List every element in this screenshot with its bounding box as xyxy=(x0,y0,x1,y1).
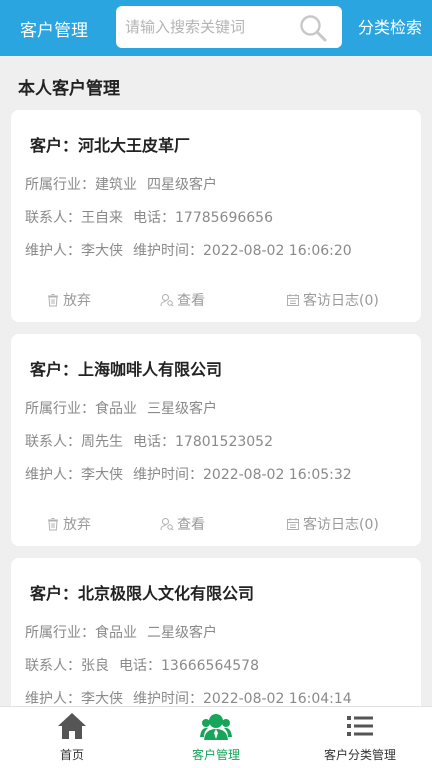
visit-log-button[interactable]: 客访日志(0) xyxy=(286,290,379,310)
industry: 所属行业：建筑业 xyxy=(25,177,137,193)
contact-row: 联系人：张良 电话：13666564578 xyxy=(25,655,269,675)
abandon-label: 放弃 xyxy=(63,293,91,309)
user-view-icon xyxy=(160,294,174,307)
category-search-button[interactable]: 分类检索 xyxy=(358,0,422,56)
tab-category-management[interactable]: 客户分类管理 xyxy=(288,707,432,768)
home-icon xyxy=(58,713,86,739)
customer-name: 客户：上海咖啡人有限公司 xyxy=(30,360,223,379)
contact-row: 联系人：周先生 电话：17801523052 xyxy=(25,431,283,451)
abandon-label: 放弃 xyxy=(63,517,91,533)
industry-row: 所属行业：食品业 二星级客户 xyxy=(25,622,227,642)
maintain-time: 维护时间：2022-08-02 16:05:32 xyxy=(133,467,352,483)
customer-name: 客户：河北大王皮革厂 xyxy=(30,136,191,155)
card-actions: 放弃 查看 客访日志(0) xyxy=(11,290,421,310)
industry: 所属行业：食品业 xyxy=(25,401,137,417)
view-button[interactable]: 查看 xyxy=(160,514,205,534)
card-actions: 放弃 查看 客访日志(0) xyxy=(11,514,421,534)
search-icon[interactable] xyxy=(298,13,328,43)
maintain-time: 维护时间：2022-08-02 16:06:20 xyxy=(133,243,352,259)
top-header: 客户管理 分类检索 xyxy=(0,0,432,56)
header-title: 客户管理 xyxy=(20,20,88,41)
tab-home-label: 首页 xyxy=(59,748,84,762)
customer-level: 二星级客户 xyxy=(147,625,217,641)
calendar-icon xyxy=(287,518,299,530)
maintain-time: 维护时间：2022-08-02 16:04:14 xyxy=(133,691,352,707)
customer-group-icon xyxy=(200,714,232,740)
trash-icon xyxy=(48,518,58,531)
maintainer: 维护人：李大侠 xyxy=(25,243,123,259)
search-input[interactable] xyxy=(116,18,296,36)
customer-card[interactable]: 客户：河北大王皮革厂 所属行业：建筑业 四星级客户 联系人：王自来 电话：17785… xyxy=(11,110,421,322)
customer-card[interactable]: 客户：上海咖啡人有限公司 所属行业：食品业 三星级客户 联系人：周先生 电话：178… xyxy=(11,334,421,546)
bottom-tab-bar: 首页 客户管理 客户分类管理 xyxy=(0,706,432,768)
customer-list: 客户：河北大王皮革厂 所属行业：建筑业 四星级客户 联系人：王自来 电话：17785… xyxy=(11,110,421,768)
calendar-icon xyxy=(287,294,299,306)
list-icon xyxy=(347,716,373,736)
view-button[interactable]: 查看 xyxy=(160,290,205,310)
tab-category-management-label: 客户分类管理 xyxy=(323,748,396,762)
phone: 电话：13666564578 xyxy=(119,658,259,674)
tab-customer-management-label: 客户管理 xyxy=(191,748,240,762)
maintainer-row: 维护人：李大侠 维护时间：2022-08-02 16:05:32 xyxy=(25,464,362,484)
trash-icon xyxy=(48,294,58,307)
visit-log-label: 客访日志(0) xyxy=(303,293,379,309)
maintainer: 维护人：李大侠 xyxy=(25,691,123,707)
view-label: 查看 xyxy=(177,517,205,533)
phone: 电话：17801523052 xyxy=(133,434,273,450)
maintainer-row: 维护人：李大侠 维护时间：2022-08-02 16:06:20 xyxy=(25,240,362,260)
section-title: 本人客户管理 xyxy=(18,79,120,99)
search-box[interactable] xyxy=(116,6,342,48)
visit-log-button[interactable]: 客访日志(0) xyxy=(286,514,379,534)
user-view-icon xyxy=(160,518,174,531)
contact: 联系人：王自来 xyxy=(25,210,123,226)
visit-log-label: 客访日志(0) xyxy=(303,517,379,533)
view-label: 查看 xyxy=(177,293,205,309)
industry-row: 所属行业：食品业 三星级客户 xyxy=(25,398,227,418)
tab-home[interactable]: 首页 xyxy=(0,707,144,768)
abandon-button[interactable]: 放弃 xyxy=(46,290,91,310)
maintainer-row: 维护人：李大侠 维护时间：2022-08-02 16:04:14 xyxy=(25,688,362,708)
tab-customer-management[interactable]: 客户管理 xyxy=(144,707,288,768)
customer-level: 三星级客户 xyxy=(147,401,217,417)
industry: 所属行业：食品业 xyxy=(25,625,137,641)
abandon-button[interactable]: 放弃 xyxy=(46,514,91,534)
customer-name: 客户：北京极限人文化有限公司 xyxy=(30,584,255,603)
phone: 电话：17785696656 xyxy=(133,210,273,226)
industry-row: 所属行业：建筑业 四星级客户 xyxy=(25,174,227,194)
contact-row: 联系人：王自来 电话：17785696656 xyxy=(25,207,283,227)
contact: 联系人：周先生 xyxy=(25,434,123,450)
maintainer: 维护人：李大侠 xyxy=(25,467,123,483)
contact: 联系人：张良 xyxy=(25,658,109,674)
customer-level: 四星级客户 xyxy=(147,177,217,193)
